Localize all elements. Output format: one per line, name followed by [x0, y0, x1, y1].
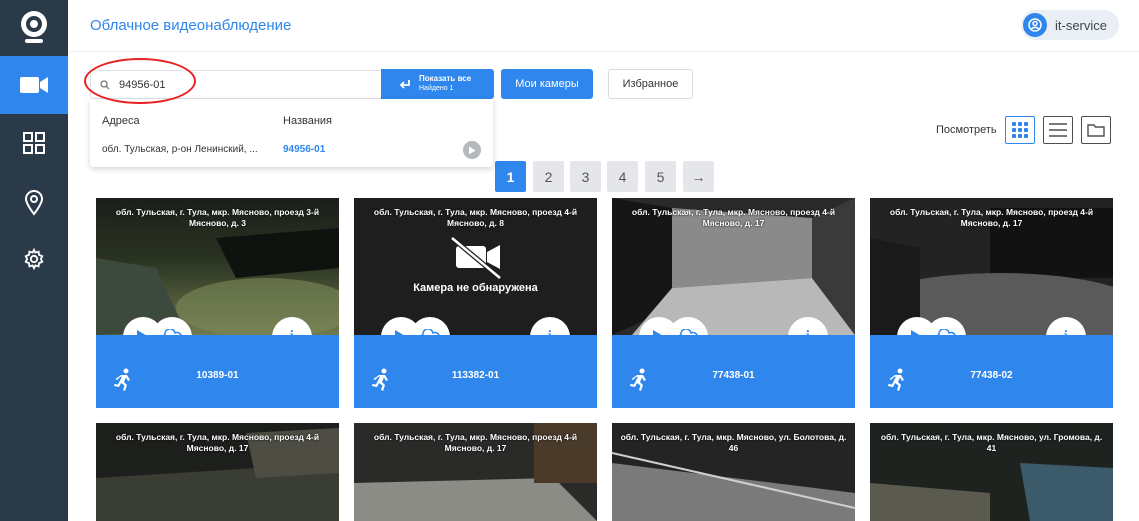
camera-card[interactable]: обл. Тульская, г. Тула, мкр. Мясново, ул… — [612, 423, 855, 521]
camera-footer: 77438-02 — [870, 335, 1113, 408]
camera-preview[interactable]: обл. Тульская, г. Тула, мкр. Мясново, пр… — [354, 198, 597, 335]
page-title: Облачное видеонаблюдение — [90, 17, 292, 34]
camera-card[interactable]: обл. Тульская, г. Тула, мкр. Мясново, пр… — [612, 198, 855, 408]
user-name: it-service — [1054, 17, 1107, 33]
page-5[interactable]: 5 — [645, 161, 676, 192]
user-avatar-icon — [1022, 13, 1047, 37]
folder-icon — [1087, 124, 1105, 137]
col-header-name: Названия — [283, 115, 332, 127]
play-icon — [469, 146, 476, 154]
camera-card[interactable]: обл. Тульская, г. Тула, мкр. Мясново, пр… — [354, 423, 597, 521]
grid-icon — [23, 132, 45, 154]
camera-preview[interactable]: обл. Тульская, г. Тула, мкр. Мясново, пр… — [96, 423, 339, 521]
camera-preview[interactable]: обл. Тульская, г. Тула, мкр. Мясново, пр… — [354, 423, 597, 521]
camera-id: 77438-02 — [970, 370, 1013, 381]
camera-card[interactable]: обл. Тульская, г. Тула, мкр. Мясново, пр… — [96, 423, 339, 521]
camera-footer: 77438-01 — [612, 335, 855, 408]
show-all-label: Показать все — [419, 74, 472, 83]
page-4[interactable]: 4 — [607, 161, 638, 192]
camera-address: обл. Тульская, г. Тула, мкр. Мясново, ул… — [880, 432, 1103, 453]
camera-footer: 113382-01 — [354, 335, 597, 408]
map-pin-icon — [24, 190, 44, 216]
sidebar-item-map[interactable] — [0, 174, 68, 232]
camera-id: 113382-01 — [451, 370, 500, 381]
grid-dots-icon — [1012, 122, 1028, 138]
camera-address: обл. Тульская, г. Тула, мкр. Мясново, пр… — [373, 207, 578, 228]
result-play-button[interactable] — [463, 141, 481, 159]
camera-address: обл. Тульская, г. Тула, мкр. Мясново, пр… — [115, 432, 320, 453]
enter-arrow-icon — [399, 79, 410, 89]
folder-view-button[interactable] — [1081, 116, 1111, 144]
show-all-button[interactable]: Показать все Найдено 1 — [381, 69, 494, 99]
topbar: Облачное видеонаблюдение it-service — [68, 0, 1139, 52]
camera-address: обл. Тульская, г. Тула, мкр. Мясново, ул… — [620, 432, 847, 453]
camera-icon — [20, 77, 48, 93]
list-view-button[interactable] — [1043, 116, 1073, 144]
camera-card[interactable]: обл. Тульская, г. Тула, мкр. Мясново, пр… — [354, 198, 597, 408]
found-count: Найдено 1 — [419, 85, 454, 92]
result-name[interactable]: 94956-01 — [283, 144, 325, 155]
list-icon — [1049, 123, 1067, 137]
page-next[interactable]: → — [683, 161, 714, 192]
camera-address: обл. Тульская, г. Тула, мкр. Мясново, пр… — [115, 207, 320, 228]
my-cameras-button[interactable]: Мои камеры — [501, 69, 593, 99]
camera-preview[interactable]: обл. Тульская, г. Тула, мкр. Мясново, пр… — [612, 198, 855, 335]
sidebar-item-cameras[interactable] — [0, 56, 68, 114]
camera-address: обл. Тульская, г. Тула, мкр. Мясново, пр… — [373, 432, 578, 453]
col-header-address: Адреса — [102, 115, 140, 127]
grid-view-button[interactable] — [1005, 116, 1035, 144]
page-2[interactable]: 2 — [533, 161, 564, 192]
sidebar — [0, 0, 68, 521]
camera-footer: 10389-01 — [96, 335, 339, 408]
view-label: Посмотреть — [936, 124, 997, 136]
camera-preview[interactable]: обл. Тульская, г. Тула, мкр. Мясново, ул… — [612, 423, 855, 521]
camera-card[interactable]: обл. Тульская, г. Тула, мкр. Мясново, ул… — [870, 423, 1113, 521]
camera-preview[interactable]: обл. Тульская, г. Тула, мкр. Мясново, пр… — [96, 198, 339, 335]
page-1[interactable]: 1 — [495, 161, 526, 192]
camera-not-found-text: Камера не обнаружена — [413, 282, 538, 294]
page-3[interactable]: 3 — [570, 161, 601, 192]
sidebar-item-settings[interactable] — [0, 230, 68, 288]
camera-card[interactable]: обл. Тульская, г. Тула, мкр. Мясново, пр… — [870, 198, 1113, 408]
camera-id: 77438-01 — [712, 370, 755, 381]
highlight-annotation — [84, 58, 196, 104]
webcam-logo-icon[interactable] — [19, 10, 49, 46]
favorites-button[interactable]: Избранное — [608, 69, 693, 99]
camera-address: обл. Тульская, г. Тула, мкр. Мясново, пр… — [889, 207, 1094, 228]
camera-address: обл. Тульская, г. Тула, мкр. Мясново, пр… — [631, 207, 836, 228]
camera-preview[interactable]: обл. Тульская, г. Тула, мкр. Мясново, ул… — [870, 423, 1113, 521]
camera-id: 10389-01 — [196, 370, 239, 381]
sidebar-item-grid[interactable] — [0, 114, 68, 172]
user-menu[interactable]: it-service — [1020, 10, 1119, 40]
camera-preview[interactable]: обл. Тульская, г. Тула, мкр. Мясново, пр… — [870, 198, 1113, 335]
gear-icon — [24, 248, 44, 270]
search-results-dropdown: Адреса Названия обл. Тульская, р-он Лени… — [90, 99, 493, 167]
result-address[interactable]: обл. Тульская, р-он Ленинский, ... — [102, 144, 258, 155]
camera-card[interactable]: обл. Тульская, г. Тула, мкр. Мясново, пр… — [96, 198, 339, 408]
